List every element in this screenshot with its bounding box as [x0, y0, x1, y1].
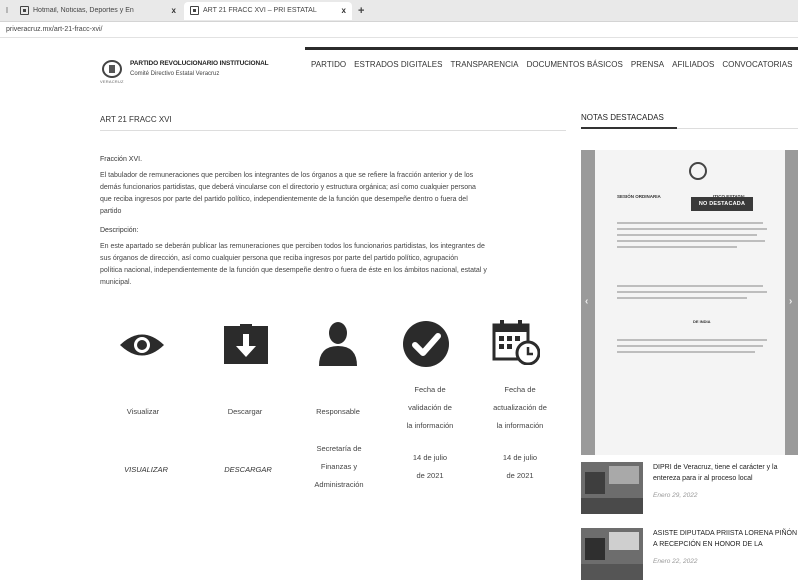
text-line: municipal. — [100, 279, 132, 286]
main-nav: PARTIDO ESTRADOS DIGITALES TRANSPARENCIA… — [311, 60, 798, 69]
header-descargar: Descargar — [227, 407, 263, 416]
eye-icon — [120, 334, 164, 356]
document-text-line — [617, 291, 767, 293]
tab-title: ART 21 FRACC XVI – PRI ESTATAL — [203, 7, 317, 14]
text-line: El tabulador de remuneraciones que perci… — [100, 172, 474, 179]
document-text-line — [617, 351, 755, 353]
tab-title: Hotmail, Noticias, Deportes y En — [33, 7, 134, 14]
nav-item-transparencia[interactable]: TRANSPARENCIA — [451, 60, 519, 69]
visualizar-link[interactable]: VISUALIZAR — [113, 461, 179, 479]
user-icon — [319, 322, 357, 366]
responsable-value: Secretaría de Finanzas y Administración — [314, 444, 364, 489]
text-line: En este apartado se deberán publicar las… — [100, 243, 485, 250]
download-icon — [224, 324, 268, 364]
news-title[interactable]: ASISTE DIPUTADA PRIISTA LORENA PIÑÓN A R… — [653, 528, 798, 550]
text-line: sus órganos de dirección, así como cualq… — [100, 255, 458, 262]
document-text-line — [617, 339, 767, 341]
tab-bar-lead: I — [5, 6, 9, 15]
slider-next-arrow-icon[interactable]: › — [789, 296, 792, 307]
slide-badge[interactable]: NO DESTACADA — [691, 197, 753, 211]
nav-item-documentos[interactable]: DOCUMENTOS BÁSICOS — [527, 60, 623, 69]
document-title-left: SESIÓN ORDINARIA — [617, 194, 661, 199]
document-logo-icon — [689, 162, 707, 180]
browser-tab-art21[interactable]: ART 21 FRACC XVI – PRI ESTATAL x — [184, 1, 352, 20]
text-line: política nacional, independientemente de… — [100, 267, 487, 274]
news-thumbnail[interactable] — [581, 462, 643, 514]
document-text-line — [617, 222, 763, 224]
document-text-line — [617, 345, 763, 347]
address-bar[interactable]: priveracruz.mx/art-21-fracc-xvi/ — [0, 22, 798, 38]
tab-close-icon[interactable]: x — [342, 6, 346, 15]
fecha-actualizacion-value: 14 de julio de 2021 — [502, 453, 538, 480]
descripcion-text: En este apartado se deberán publicar las… — [100, 241, 570, 289]
check-circle-icon — [403, 321, 449, 367]
pri-logo-icon: VERACRUZ — [100, 60, 124, 86]
browser-tab-hotmail[interactable]: Hotmail, Noticias, Deportes y En x — [14, 2, 182, 20]
featured-slider[interactable]: SESIÓN ORDINARIA ITICO ESTATAL N DE INDI… — [581, 150, 798, 455]
site-logo[interactable]: VERACRUZ PARTIDO REVOLUCIONARIO INSTITUC… — [100, 60, 269, 86]
nav-item-partido[interactable]: PARTIDO — [311, 60, 346, 69]
document-text-line — [617, 240, 765, 242]
document-text-line — [617, 246, 737, 248]
nav-item-afiliados[interactable]: AFILIADOS — [672, 60, 714, 69]
nav-item-prensa[interactable]: PRENSA — [631, 60, 664, 69]
header-responsable: Responsable — [316, 407, 360, 416]
document-text-line — [617, 234, 757, 236]
document-text-line — [617, 228, 767, 230]
calendar-clock-icon — [492, 320, 540, 365]
document-signature: DE INDIA — [693, 319, 711, 324]
browser-tab-bar: I Hotmail, Noticias, Deportes y En x ART… — [0, 0, 798, 22]
text-line: que reciba ingresos por parte del partid… — [100, 196, 468, 203]
sidebar-divider-accent — [581, 127, 677, 129]
url-text: priveracruz.mx/art-21-fracc-xvi/ — [6, 26, 103, 33]
party-name: PARTIDO REVOLUCIONARIO INSTITUCIONAL — [130, 60, 269, 67]
document-text-line — [617, 297, 747, 299]
committee-name: Comité Directivo Estatal Veracruz — [130, 71, 220, 77]
news-thumbnail[interactable] — [581, 528, 643, 580]
sidebar-title: NOTAS DESTACADAS — [581, 113, 664, 122]
document-text-line — [617, 285, 763, 287]
news-date: Enero 22, 2022 — [653, 558, 698, 565]
title-divider — [100, 130, 566, 131]
new-tab-button[interactable]: + — [358, 5, 364, 17]
slide-document-image[interactable]: SESIÓN ORDINARIA ITICO ESTATAL N DE INDI… — [595, 150, 785, 455]
fecha-validacion-value: 14 de julio de 2021 — [412, 453, 448, 480]
text-line: demás funcionarios partidistas, que debe… — [100, 184, 476, 191]
header-visualizar: Visualizar — [126, 407, 160, 416]
nav-item-convocatorias[interactable]: CONVOCATORIAS — [722, 60, 792, 69]
text-line: partido — [100, 208, 122, 215]
slider-prev-arrow-icon[interactable]: ‹ — [585, 296, 588, 307]
logo-under-text: VERACRUZ — [100, 79, 124, 84]
section-title-descripcion: Descripción: — [100, 227, 139, 234]
descargar-link[interactable]: DESCARGAR — [214, 461, 282, 479]
tab-favicon-icon — [190, 6, 199, 15]
news-title[interactable]: DIPRI de Veracruz, tiene el carácter y l… — [653, 462, 798, 484]
fraccion-text: El tabulador de remuneraciones que perci… — [100, 170, 570, 218]
tab-close-icon[interactable]: x — [172, 6, 176, 15]
header-fecha-actualizacion: Fecha de actualización de la información — [493, 385, 547, 430]
tab-favicon-icon — [20, 6, 29, 15]
header-fecha-validacion: Fecha de validación de la información — [406, 385, 454, 430]
section-title-fraccion: Fracción XVI. — [100, 156, 143, 163]
nav-item-estrados[interactable]: ESTRADOS DIGITALES — [354, 60, 442, 69]
nav-top-rule — [305, 47, 798, 50]
page-title: ART 21 FRACC XVI — [100, 115, 172, 124]
news-date: Enero 29, 2022 — [653, 492, 698, 499]
